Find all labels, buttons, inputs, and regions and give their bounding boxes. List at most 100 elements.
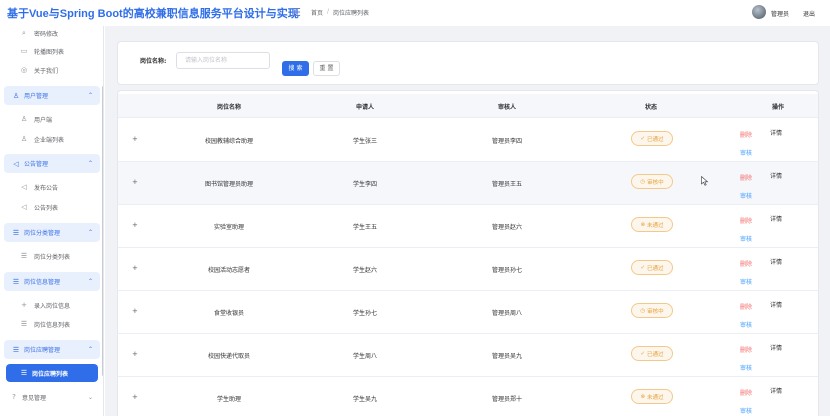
cell-applicant: 学生赵六	[352, 267, 378, 274]
detail-button[interactable]: 详情	[770, 257, 782, 266]
sidebar-group-users[interactable]: ♙ 用户管理 ⌃	[4, 86, 100, 105]
table-row[interactable]: + 校园快递代取员 学生周八 管理员吴九 ✓ 已通过 删除 详情 审核	[118, 334, 818, 377]
table-row[interactable]: + 学生助理 学生吴九 管理员郑十 ⊗ 未通过 删除 详情 审核	[118, 377, 818, 416]
table-row[interactable]: + 校园活动志愿者 学生赵六 管理员孙七 ✓ 已通过 删除 详情 审核	[118, 248, 818, 291]
cell-position: 学生助理	[216, 396, 242, 403]
sidebar-group-job-info[interactable]: ☰ 岗位信息管理 ⌃	[4, 272, 100, 291]
review-button[interactable]: 审核	[740, 234, 752, 243]
status-badge: ◷ 审核中	[631, 174, 673, 189]
column-header-applicant: 申请人	[355, 104, 375, 111]
status-icon: ⊗	[640, 221, 646, 228]
cell-applicant: 学生张三	[352, 138, 378, 145]
detail-button[interactable]: 详情	[770, 300, 782, 309]
list-icon: ☰	[20, 369, 28, 377]
breadcrumb-separator: /	[327, 8, 330, 15]
app-title: 基于Vue与Spring Boot的高校兼职信息服务平台设计与实现	[7, 8, 299, 20]
expand-row-icon[interactable]: +	[132, 350, 138, 358]
sidebar-item-job-application-list[interactable]: ☰ 岗位应聘列表	[6, 364, 98, 382]
sidebar-item-about[interactable]: ◎ 关于我们	[0, 61, 103, 79]
table-row[interactable]: + 食堂收银员 学生孙七 管理员周八 ◷ 审核中 删除 详情 审核	[118, 291, 818, 334]
chevron-up-icon: ⌃	[87, 346, 93, 353]
review-button[interactable]: 审核	[740, 363, 752, 372]
detail-button[interactable]: 详情	[770, 343, 782, 352]
delete-button[interactable]: 删除	[740, 130, 752, 139]
column-header-actions: 操作	[771, 104, 785, 111]
sidebar-item-company-list[interactable]: ♙ 企业端列表	[0, 130, 103, 148]
search-input[interactable]	[176, 52, 270, 69]
sidebar-item-user-end[interactable]: ♙ 用户端	[0, 110, 103, 128]
status-icon: ⊗	[640, 393, 646, 400]
list-icon: ☰	[20, 320, 28, 328]
expand-row-icon[interactable]: +	[132, 178, 138, 186]
question-icon: ?	[12, 393, 16, 401]
detail-button[interactable]: 详情	[770, 214, 782, 223]
cell-applicant: 学生吴九	[352, 396, 378, 403]
detail-button[interactable]: 详情	[770, 128, 782, 137]
delete-button[interactable]: 删除	[740, 388, 752, 397]
expand-row-icon[interactable]: +	[132, 135, 138, 143]
expand-row-icon[interactable]: +	[132, 307, 138, 315]
status-icon: ✓	[640, 264, 646, 271]
user-icon: ♙	[20, 135, 28, 143]
sidebar-group-feedback[interactable]: ? 意见管理 ⌄	[0, 388, 103, 406]
cell-reviewer: 管理员周八	[491, 310, 523, 317]
expand-row-icon[interactable]: +	[132, 393, 138, 401]
delete-button[interactable]: 删除	[740, 345, 752, 354]
sidebar-item-job-list[interactable]: ☰ 岗位信息列表	[0, 315, 103, 333]
cell-reviewer: 管理员吴九	[491, 353, 523, 360]
sidebar-group-job-category[interactable]: ☰ 岗位分类管理 ⌃	[4, 223, 100, 242]
users-icon: ♙	[12, 91, 20, 100]
avatar[interactable]	[752, 5, 766, 19]
top-header: 基于Vue与Spring Boot的高校兼职信息服务平台设计与实现 ☰ 首页 /…	[0, 0, 830, 26]
sidebar-item-password[interactable]: ⌕ 密码修改	[0, 26, 103, 42]
list-icon: ☰	[20, 252, 28, 260]
main-content: 岗位名称: 搜 索 重 置 岗位名称 申请人 审核人 状态 操作 + 校园教辅综合…	[105, 26, 830, 416]
sidebar-item-job-category-list[interactable]: ☰ 岗位分类列表	[0, 247, 103, 265]
cell-reviewer: 管理员李四	[491, 138, 523, 145]
status-badge: ⊗ 未通过	[631, 217, 673, 232]
plus-icon: +	[21, 301, 27, 309]
chevron-up-icon: ⌃	[87, 92, 93, 99]
list-icon: ☰	[12, 228, 20, 237]
cell-reviewer: 管理员郑十	[491, 396, 523, 403]
review-button[interactable]: 审核	[740, 406, 752, 415]
sidebar-item-notice-list[interactable]: ◁ 公告列表	[0, 198, 103, 216]
list-icon: ☰	[12, 277, 20, 286]
sidebar-item-carousel[interactable]: ▭ 轮播图列表	[0, 42, 103, 60]
user-name[interactable]: 管理员	[771, 9, 789, 18]
user-icon: ♙	[20, 115, 28, 123]
reset-button[interactable]: 重 置	[313, 61, 340, 76]
search-button[interactable]: 搜 索	[282, 61, 309, 76]
breadcrumb-home[interactable]: 首页	[311, 8, 323, 17]
review-button[interactable]: 审核	[740, 148, 752, 157]
sidebar-group-notices[interactable]: ◁ 公告管理 ⌃	[4, 154, 100, 173]
table-row[interactable]: + 校园教辅综合助理 学生张三 管理员李四 ✓ 已通过 删除 详情 审核	[118, 119, 818, 162]
status-icon: ✓	[640, 135, 646, 142]
delete-button[interactable]: 删除	[740, 173, 752, 182]
chevron-up-icon: ⌃	[87, 160, 93, 167]
table-row[interactable]: + 实验室助理 学生王五 管理员赵六 ⊗ 未通过 删除 详情 审核	[118, 205, 818, 248]
cell-position: 实验室助理	[213, 224, 245, 231]
detail-button[interactable]: 详情	[770, 386, 782, 395]
list-icon: ☰	[12, 345, 20, 354]
delete-button[interactable]: 删除	[740, 302, 752, 311]
sidebar-group-job-application[interactable]: ☰ 岗位应聘管理 ⌃	[4, 340, 100, 359]
chevron-down-icon: ⌄	[87, 393, 93, 401]
cell-reviewer: 管理员赵六	[491, 224, 523, 231]
expand-row-icon[interactable]: +	[132, 264, 138, 272]
menu-toggle-icon[interactable]: ☰	[289, 6, 303, 20]
sidebar-item-add-job[interactable]: + 录入岗位信息	[0, 296, 103, 314]
expand-row-icon[interactable]: +	[132, 221, 138, 229]
delete-button[interactable]: 删除	[740, 216, 752, 225]
review-button[interactable]: 审核	[740, 320, 752, 329]
sidebar-item-publish-notice[interactable]: ◁ 发布公告	[0, 178, 103, 196]
review-button[interactable]: 审核	[740, 277, 752, 286]
delete-button[interactable]: 删除	[740, 259, 752, 268]
image-icon: ▭	[20, 47, 28, 55]
data-table: 岗位名称 申请人 审核人 状态 操作 + 校园教辅综合助理 学生张三 管理员李四 ✓ 已通…	[117, 90, 819, 416]
logout-link[interactable]: 退出	[803, 9, 815, 18]
detail-button[interactable]: 详情	[770, 171, 782, 180]
sidebar-scrollbar[interactable]	[102, 86, 103, 376]
table-row[interactable]: + 图书馆管理员助理 学生李四 管理员王五 ◷ 审核中 删除 详情 审核	[118, 162, 818, 205]
review-button[interactable]: 审核	[740, 191, 752, 200]
